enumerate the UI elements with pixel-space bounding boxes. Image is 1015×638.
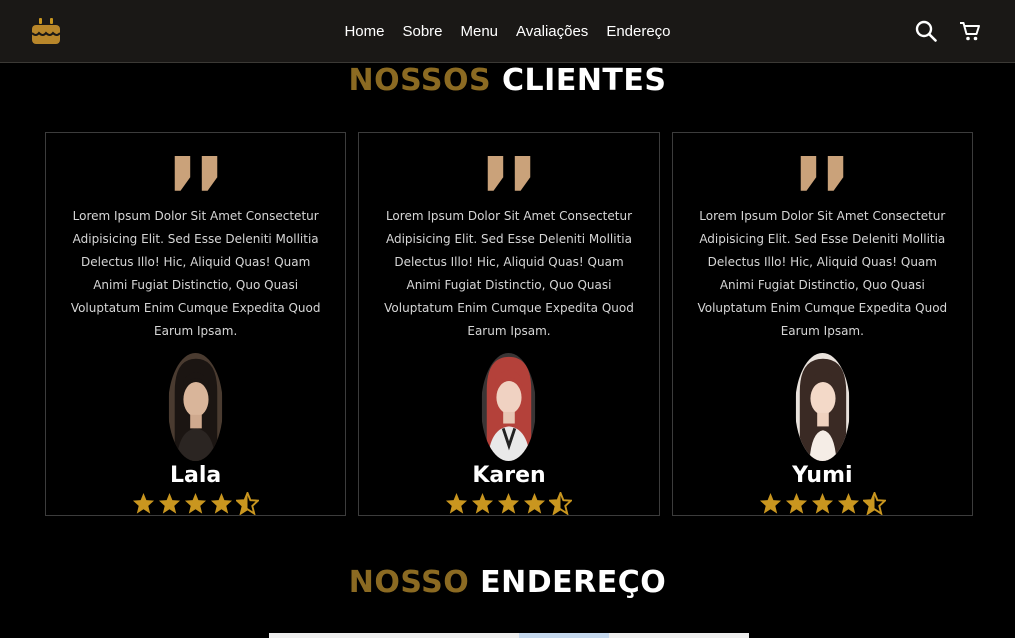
client-avatar	[795, 352, 849, 461]
testimonial-card: Lorem Ipsum Dolor Sit Amet Consectetur A…	[358, 132, 660, 516]
search-icon[interactable]	[915, 20, 937, 42]
cart-icon[interactable]	[959, 20, 981, 42]
client-avatar	[169, 352, 223, 461]
testimonial-card: Lorem Ipsum Dolor Sit Amet Consectetur A…	[671, 132, 973, 516]
client-name: Karen	[472, 463, 546, 488]
star-full-icon	[498, 492, 520, 514]
client-name: Yumi	[792, 463, 853, 488]
quote-icon	[801, 156, 844, 191]
star-full-icon	[185, 492, 207, 514]
clients-section-title: NOSSOS CLIENTES	[0, 63, 1015, 98]
star-full-icon	[811, 492, 833, 514]
star-full-icon	[211, 492, 233, 514]
star-rating	[445, 492, 573, 515]
quote-icon	[174, 156, 217, 191]
client-avatar	[482, 352, 536, 461]
star-half-icon	[236, 492, 260, 515]
star-full-icon	[785, 492, 807, 514]
star-full-icon	[524, 492, 546, 514]
client-name: Lala	[170, 463, 222, 488]
testimonial-text: Lorem Ipsum Dolor Sit Amet Consectetur A…	[697, 208, 948, 338]
nav-icons	[915, 20, 981, 42]
star-full-icon	[837, 492, 859, 514]
navbar: Home Sobre Menu Avaliações Endereço	[0, 0, 1015, 63]
star-full-icon	[472, 492, 494, 514]
star-full-icon	[759, 492, 781, 514]
star-rating	[132, 492, 260, 515]
testimonial-text: Lorem Ipsum Dolor Sit Amet Consectetur A…	[70, 208, 321, 338]
nav-link-endereco[interactable]: Endereço	[606, 23, 670, 40]
quote-icon	[487, 156, 531, 191]
nav-link-home[interactable]: Home	[344, 23, 384, 40]
clients-title-accent: NOSSOS	[348, 63, 492, 98]
address-title-rest: ENDEREÇO	[480, 565, 667, 600]
nav-link-menu[interactable]: Menu	[461, 23, 499, 40]
address-section-title: NOSSO ENDEREÇO	[0, 565, 1015, 600]
nav-links: Home Sobre Menu Avaliações Endereço	[0, 0, 1015, 63]
map-embed[interactable]	[269, 633, 749, 638]
cake-icon[interactable]	[31, 17, 61, 45]
address-title-accent: NOSSO	[348, 565, 470, 600]
star-rating	[759, 492, 886, 515]
testimonial-text: Lorem Ipsum Dolor Sit Amet Consectetur A…	[384, 208, 634, 338]
star-half-icon	[862, 492, 886, 515]
nav-link-avaliacoes[interactable]: Avaliações	[516, 23, 588, 40]
nav-link-sobre[interactable]: Sobre	[402, 23, 442, 40]
clients-title-rest: CLIENTES	[502, 63, 667, 98]
star-full-icon	[446, 492, 468, 514]
star-full-icon	[159, 492, 181, 514]
star-half-icon	[549, 492, 573, 515]
testimonial-card: Lorem Ipsum Dolor Sit Amet Consectetur A…	[45, 132, 347, 516]
testimonial-cards: Lorem Ipsum Dolor Sit Amet Consectetur A…	[45, 132, 973, 516]
star-full-icon	[133, 492, 155, 514]
